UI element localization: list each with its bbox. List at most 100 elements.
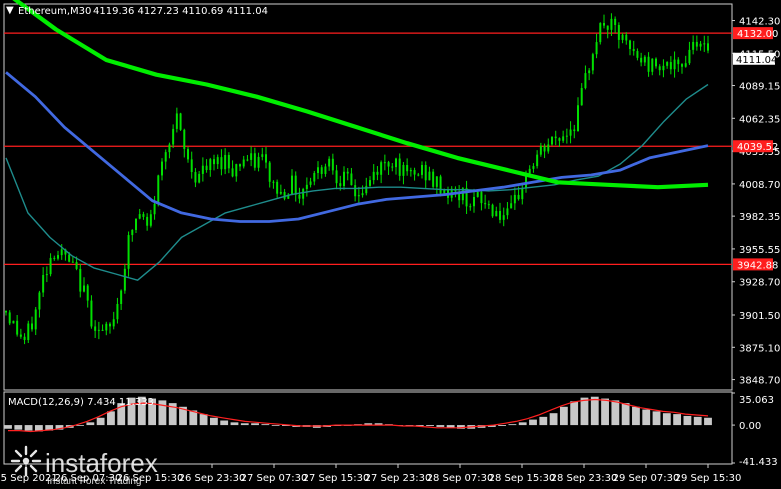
candle-body	[521, 188, 524, 200]
candle-body	[135, 218, 137, 230]
candle-body	[684, 63, 687, 67]
candle-body	[302, 188, 305, 199]
price-tick-label: 3955.55	[739, 245, 780, 256]
candle-body	[201, 165, 204, 174]
candle-body	[309, 181, 312, 185]
candle-body	[175, 113, 178, 129]
candle-body	[402, 164, 405, 176]
candle-body	[127, 235, 130, 269]
candle-body	[443, 190, 446, 194]
candle-body	[669, 62, 672, 70]
candle-body	[231, 168, 234, 177]
candle-body	[424, 165, 427, 181]
macd-histogram-bar	[539, 416, 548, 426]
candle-body	[205, 165, 208, 171]
macd-histogram-bar	[158, 400, 167, 426]
dropdown-arrow-icon[interactable]: ▼	[6, 5, 14, 16]
candle-body	[123, 268, 126, 291]
candle-body	[109, 323, 111, 327]
candle-body	[324, 166, 327, 174]
candle-body	[339, 183, 342, 187]
time-tick-label: 29 Sep 07:30	[613, 473, 680, 484]
macd-histogram-bar	[508, 424, 517, 426]
macd-histogram-bar	[590, 396, 599, 426]
macd-histogram-bar	[426, 425, 434, 427]
candle-body	[153, 203, 156, 215]
level-tag-label: 4132.00	[737, 29, 778, 40]
macd-histogram-bar	[580, 397, 589, 426]
macd-histogram-bar	[24, 425, 33, 431]
candle-body	[242, 159, 245, 167]
candle-body	[692, 41, 695, 50]
candle-body	[376, 171, 379, 175]
candle-body	[398, 158, 401, 176]
candle-body	[369, 180, 371, 186]
candle-body	[265, 154, 267, 163]
candle-body	[354, 185, 357, 197]
candle-body	[38, 292, 41, 310]
candle-body	[606, 25, 609, 30]
candle-body	[432, 171, 435, 187]
candle-body	[536, 154, 539, 167]
candle-body	[562, 136, 565, 141]
candle-body	[487, 204, 490, 206]
macd-histogram-bar	[251, 423, 259, 426]
watermark-brand: instaforex	[45, 448, 158, 478]
candle-body	[695, 41, 698, 47]
candle-body	[142, 214, 145, 217]
candle-body	[591, 54, 594, 71]
candle-body	[320, 167, 323, 174]
candle-body	[79, 268, 82, 292]
candle-body	[16, 320, 19, 335]
macd-histogram-bar	[96, 417, 105, 426]
candle-body	[469, 206, 472, 208]
candle-body	[19, 334, 22, 337]
candle-body	[34, 309, 37, 330]
candle-body	[246, 159, 249, 161]
candle-body	[161, 161, 163, 176]
macd-histogram-bar	[570, 401, 579, 426]
candle-body	[547, 144, 550, 152]
candle-body	[90, 300, 93, 327]
candle-body	[543, 145, 546, 152]
candle-body	[317, 167, 319, 173]
candle-body	[23, 336, 26, 341]
time-tick-label: 29 Sep 15:30	[675, 473, 742, 484]
candle-body	[57, 255, 59, 259]
candle-body	[658, 66, 661, 71]
candle-body	[476, 191, 479, 197]
candle-body	[86, 285, 89, 301]
candle-body	[428, 171, 431, 181]
candle-body	[435, 176, 438, 187]
price-tick-label: 3901.50	[739, 311, 780, 322]
candle-body	[513, 194, 516, 204]
candle-body	[213, 159, 215, 165]
candle-body	[703, 43, 706, 45]
candle-body	[27, 323, 30, 341]
candle-body	[643, 56, 646, 63]
candle-body	[45, 274, 48, 276]
candle-body	[105, 323, 108, 331]
candle-body	[49, 257, 52, 275]
level-tag-label: 4039.52	[737, 142, 778, 153]
time-tick-label: 27 Sep 07:30	[241, 473, 308, 484]
candle-body	[120, 290, 123, 304]
candle-body	[83, 285, 85, 292]
candle-body	[350, 173, 353, 186]
candle-body	[651, 58, 654, 72]
candle-body	[688, 49, 691, 64]
macd-histogram-bar	[662, 413, 671, 426]
candle-body	[565, 135, 568, 137]
candle-body	[164, 152, 167, 162]
macd-histogram-bar	[683, 415, 692, 426]
candle-body	[387, 162, 390, 167]
candle-body	[532, 166, 535, 169]
price-tick-label: 4008.70	[739, 180, 780, 191]
candle-body	[383, 162, 386, 164]
candle-body	[146, 216, 149, 226]
candle-body	[71, 261, 74, 263]
candle-body	[239, 164, 241, 167]
candle-body	[554, 136, 557, 139]
macd-histogram-bar	[209, 417, 218, 426]
macd-histogram-bar	[704, 417, 712, 426]
